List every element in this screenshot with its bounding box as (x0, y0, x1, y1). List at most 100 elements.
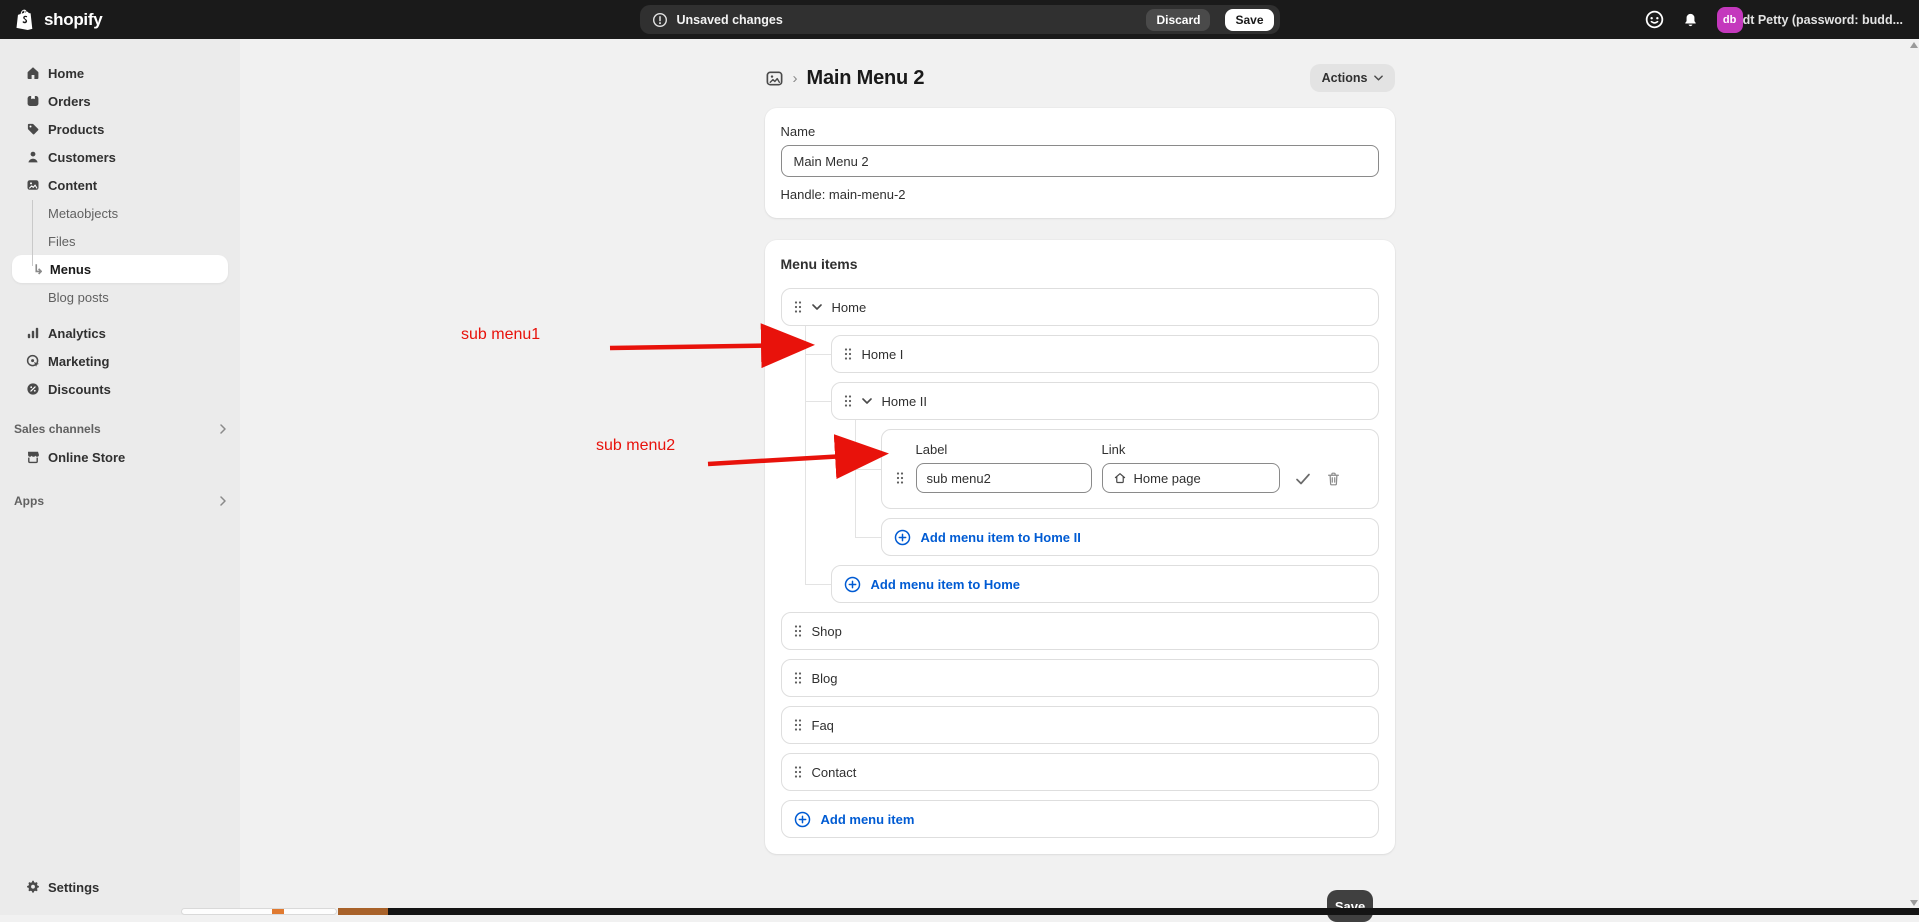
add-menu-item-home-2-row[interactable]: Add menu item to Home II (881, 518, 1379, 556)
sidebar-item-label: Analytics (48, 326, 106, 341)
name-label: Name (781, 124, 1379, 139)
menu-row-faq[interactable]: Faq (781, 706, 1379, 744)
item-label-input[interactable] (916, 463, 1092, 493)
taskbar-fragment (388, 908, 1919, 915)
banner-message: Unsaved changes (677, 13, 1138, 27)
menu-items-card: Menu items Home (765, 240, 1395, 854)
drag-handle-icon[interactable] (794, 765, 802, 779)
home-page-icon (1113, 471, 1127, 485)
handle-text: Handle: main-menu-2 (781, 187, 1379, 202)
menu-item-editor: Label Link Home page (881, 429, 1379, 509)
sidebar-item-home[interactable]: Home (0, 59, 240, 87)
drag-handle-icon[interactable] (896, 471, 916, 485)
breadcrumb-separator: › (793, 70, 798, 87)
delete-trash-icon[interactable] (1326, 471, 1341, 487)
chevron-down-icon[interactable] (812, 304, 822, 310)
submenu-arrow-icon: ↳ (33, 263, 44, 276)
menu-row-home-2[interactable]: Home II (831, 382, 1379, 420)
sidebar-item-metaobjects[interactable]: Metaobjects (0, 199, 240, 227)
plus-circle-icon (844, 576, 861, 593)
drag-handle-icon[interactable] (844, 394, 852, 408)
add-menu-item-home-row[interactable]: Add menu item to Home (831, 565, 1379, 603)
unsaved-changes-banner: Unsaved changes Discard Save (640, 5, 1280, 34)
item-link-input[interactable]: Home page (1102, 463, 1280, 493)
sidebar-item-online-store[interactable]: Online Store (0, 443, 240, 471)
drag-handle-icon[interactable] (794, 624, 802, 638)
sidebar-item-products[interactable]: Products (0, 115, 240, 143)
confirm-check-icon[interactable] (1295, 472, 1311, 486)
sidebar-item-label: Home (48, 66, 84, 81)
apps-header[interactable]: Apps (0, 487, 240, 515)
menu-row-home-1[interactable]: Home I (831, 335, 1379, 373)
horizontal-scrollbar[interactable] (181, 908, 337, 915)
customers-icon (25, 149, 41, 165)
sidebar-item-label: Settings (48, 880, 99, 895)
avatar: db (1717, 7, 1743, 33)
sidebar-item-files[interactable]: Files (0, 227, 240, 255)
shopify-wordmark: shopify (44, 10, 102, 30)
menu-row-contact[interactable]: Contact (781, 753, 1379, 791)
topbar: shopify Unsaved changes Discard Save db … (0, 0, 1919, 39)
marketing-icon (25, 353, 41, 369)
store-icon (25, 449, 41, 465)
add-menu-item-row[interactable]: Add menu item (781, 800, 1379, 838)
tree-connector (855, 420, 856, 537)
shopify-bag-icon (16, 8, 38, 32)
vertical-scrollbar[interactable] (1910, 42, 1918, 906)
menu-row-shop[interactable]: Shop (781, 612, 1379, 650)
tree-connector (805, 401, 831, 402)
sidebar-item-menus[interactable]: ↳ Menus (12, 255, 228, 283)
notifications-bell-icon[interactable] (1682, 11, 1699, 28)
user-name: dt Petty (password: budd... (1743, 13, 1903, 27)
menu-row-home[interactable]: Home (781, 288, 1379, 326)
inbox-icon[interactable] (1645, 10, 1664, 29)
drag-handle-icon[interactable] (794, 300, 802, 314)
scrollbar-marker (272, 909, 284, 914)
sidebar-item-analytics[interactable]: Analytics (0, 319, 240, 347)
tree-connector (805, 354, 831, 355)
tree-connector (805, 584, 831, 585)
alert-icon (652, 12, 668, 28)
user-menu[interactable]: db dt Petty (password: budd... (1717, 7, 1903, 33)
gear-icon (25, 879, 41, 895)
sidebar-item-label: Products (48, 122, 104, 137)
tree-connector (855, 469, 881, 470)
topbar-right: db dt Petty (password: budd... (1645, 7, 1903, 33)
sidebar-item-label: Customers (48, 150, 116, 165)
menu-name-input[interactable] (781, 145, 1379, 177)
page-title: Main Menu 2 (807, 67, 925, 90)
shopify-logo[interactable]: shopify (16, 8, 236, 32)
sidebar-item-settings[interactable]: Settings (0, 873, 240, 901)
sidebar-item-content[interactable]: Content (0, 171, 240, 199)
drag-handle-icon[interactable] (794, 671, 802, 685)
scroll-up-arrow-icon[interactable] (1910, 42, 1918, 48)
sidebar-item-orders[interactable]: Orders (0, 87, 240, 115)
sidebar-item-label: Marketing (48, 354, 109, 369)
discard-button[interactable]: Discard (1146, 9, 1210, 31)
chevron-right-icon (220, 496, 226, 506)
chevron-down-icon[interactable] (862, 398, 872, 404)
chevron-right-icon (220, 424, 226, 434)
save-button-top[interactable]: Save (1225, 9, 1273, 31)
products-icon (25, 121, 41, 137)
save-button-bottom[interactable]: Save (1327, 890, 1373, 922)
sidebar-item-marketing[interactable]: Marketing (0, 347, 240, 375)
annotation-sub-menu1: sub menu1 (461, 326, 540, 344)
menu-row-blog[interactable]: Blog (781, 659, 1379, 697)
sidebar-item-label: Orders (48, 94, 91, 109)
sidebar-item-customers[interactable]: Customers (0, 143, 240, 171)
sales-channels-header[interactable]: Sales channels (0, 415, 240, 443)
sidebar-item-blog-posts[interactable]: Blog posts (0, 283, 240, 311)
content-icon (25, 177, 41, 193)
tree-connector (32, 200, 33, 266)
home-icon (25, 65, 41, 81)
sidebar-item-label: Online Store (48, 450, 125, 465)
sidebar-item-discounts[interactable]: Discounts (0, 375, 240, 403)
scroll-down-arrow-icon[interactable] (1910, 900, 1918, 906)
drag-handle-icon[interactable] (844, 347, 852, 361)
sidebar-item-label: Content (48, 178, 97, 193)
breadcrumb-content-icon[interactable] (765, 69, 784, 88)
annotation-sub-menu2: sub menu2 (596, 437, 675, 455)
actions-button[interactable]: Actions (1310, 64, 1395, 92)
drag-handle-icon[interactable] (794, 718, 802, 732)
